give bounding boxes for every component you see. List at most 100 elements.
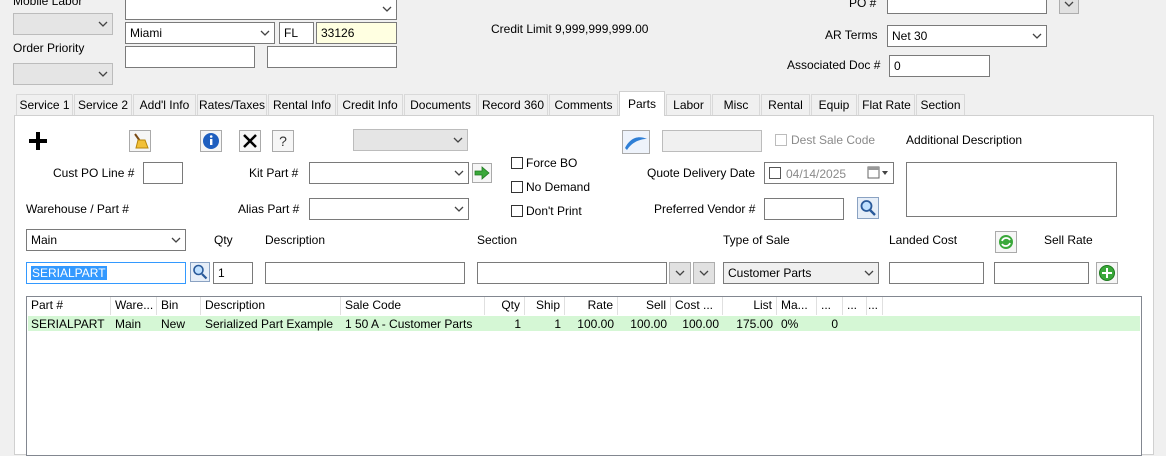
tab-flat-rate[interactable]: Flat Rate [858,94,915,115]
column-header[interactable]: Cost ... [671,297,723,315]
column-header[interactable]: ... [867,297,883,315]
cell-sale-code: 1 50 A - Customer Parts [345,317,473,331]
associated-doc-field[interactable]: 0 [889,55,990,77]
column-header[interactable]: Rate [565,297,618,315]
tab-rental[interactable]: Rental [761,94,810,115]
dont-print-checkbox[interactable] [511,205,523,217]
part-search-button[interactable] [190,262,210,282]
qty-field[interactable]: 1 [213,262,253,284]
city-select[interactable]: Miami [125,22,275,44]
column-header[interactable]: Sell [618,297,671,315]
green-plus-icon [1096,262,1118,284]
dest-sale-code-field[interactable] [662,130,762,152]
quote-delivery-date-picker[interactable]: 04/14/2025 [764,162,894,184]
delete-button[interactable] [239,130,261,152]
type-of-sale-select[interactable]: Customer Parts [723,262,879,284]
address-select[interactable] [125,0,397,20]
quote-delivery-checkbox[interactable] [769,167,781,179]
tab-documents[interactable]: Documents [404,94,477,115]
refresh-button[interactable] [995,231,1017,253]
description-field[interactable] [265,262,465,284]
part-number-field[interactable]: SERIALPART [26,262,186,284]
column-header[interactable]: Sale Code [341,297,485,315]
tab-section[interactable]: Section [916,94,965,115]
section-field[interactable] [477,262,667,284]
chevron-down-icon [453,137,463,143]
tab-rental-info[interactable]: Rental Info [268,94,336,115]
sell-rate-field[interactable] [994,262,1089,284]
tab-comments[interactable]: Comments [549,94,618,115]
quote-delivery-value: 04/14/2025 [786,167,847,181]
additional-description-label: Additional Description [906,133,1023,147]
magnifier-icon [190,262,210,282]
parts-grid[interactable]: Part # Ware... Bin Description Sale Code… [26,296,1142,456]
column-header[interactable]: Description [201,297,341,315]
warehouse-select[interactable]: Main [26,229,186,251]
chevron-down-icon [171,237,181,243]
cell-warehouse: Main [115,317,142,331]
order-priority-select[interactable] [13,63,113,85]
info-icon [200,130,222,152]
preferred-vendor-field[interactable] [764,198,844,220]
quote-delivery-label: Quote Delivery Date [647,166,756,180]
landed-cost-field[interactable] [889,262,984,284]
ar-terms-select[interactable]: Net 30 [887,25,1047,47]
kit-part-select[interactable] [309,162,469,184]
column-header[interactable]: Part # [27,297,111,315]
zip-field[interactable]: 33126 [316,22,397,44]
tab-rates-taxes[interactable]: Rates/Taxes [197,94,267,115]
force-bo-checkbox[interactable] [511,157,523,169]
magnifier-icon [857,197,879,219]
tab-credit-info[interactable]: Credit Info [337,94,403,115]
swoosh-button[interactable] [622,130,650,154]
state-field[interactable]: FL [279,22,314,44]
column-header[interactable]: ... [817,297,843,315]
column-header[interactable]: Ship [525,297,565,315]
tab-record-360[interactable]: Record 360 [478,94,548,115]
add-row-button[interactable] [1096,262,1118,284]
po-dropdown-button[interactable] [1059,0,1079,14]
tab-service-1[interactable]: Service 1 [16,94,73,115]
info-button[interactable] [200,130,222,152]
clear-button[interactable] [129,130,151,152]
green-arrow-icon [472,163,492,183]
extra-field-1[interactable] [125,46,255,68]
tab-parts[interactable]: Parts [619,91,665,116]
calendar-icon[interactable] [867,166,889,180]
chevron-down-icon [864,270,874,276]
tab-labor[interactable]: Labor [666,94,711,115]
column-header[interactable]: Bin [157,297,201,315]
tab-addl-info[interactable]: Add'l Info [133,94,196,115]
column-header[interactable]: Ma... [777,297,817,315]
help-button[interactable]: ? [272,130,294,152]
column-header[interactable]: Qty [485,297,525,315]
no-demand-checkbox[interactable] [511,181,523,193]
column-header[interactable]: ... [843,297,867,315]
mobile-labor-select[interactable] [13,13,113,35]
tab-service-2[interactable]: Service 2 [74,94,132,115]
question-icon: ? [272,130,294,152]
dest-sale-code-checkbox[interactable] [775,134,787,146]
kit-go-button[interactable] [472,163,492,183]
additional-description-field[interactable] [906,162,1117,217]
alias-part-select[interactable] [309,198,469,220]
cell-ship: 1 [554,317,561,331]
cust-po-line-field[interactable] [143,162,183,184]
vendor-search-button[interactable] [857,197,879,219]
column-header[interactable]: Ware... [111,297,157,315]
cell-description: Serialized Part Example [205,317,334,331]
section-dropdown-button[interactable] [669,262,691,284]
ar-terms-label: AR Terms [825,28,878,42]
credit-limit-text: Credit Limit 9,999,999,999.00 [491,22,649,36]
plus-icon [29,132,47,150]
toolbar-select[interactable] [353,129,468,151]
po-field[interactable] [887,0,1047,14]
table-row[interactable]: SERIALPART Main New Serialized Part Exam… [28,316,1140,331]
section-dropdown-button-2[interactable] [693,262,715,284]
extra-field-2[interactable] [267,46,397,68]
column-header[interactable]: List [723,297,777,315]
tab-misc[interactable]: Misc [712,94,760,115]
chevron-down-icon [1032,33,1042,39]
tab-equip[interactable]: Equip [811,94,857,115]
add-button[interactable] [27,130,49,152]
